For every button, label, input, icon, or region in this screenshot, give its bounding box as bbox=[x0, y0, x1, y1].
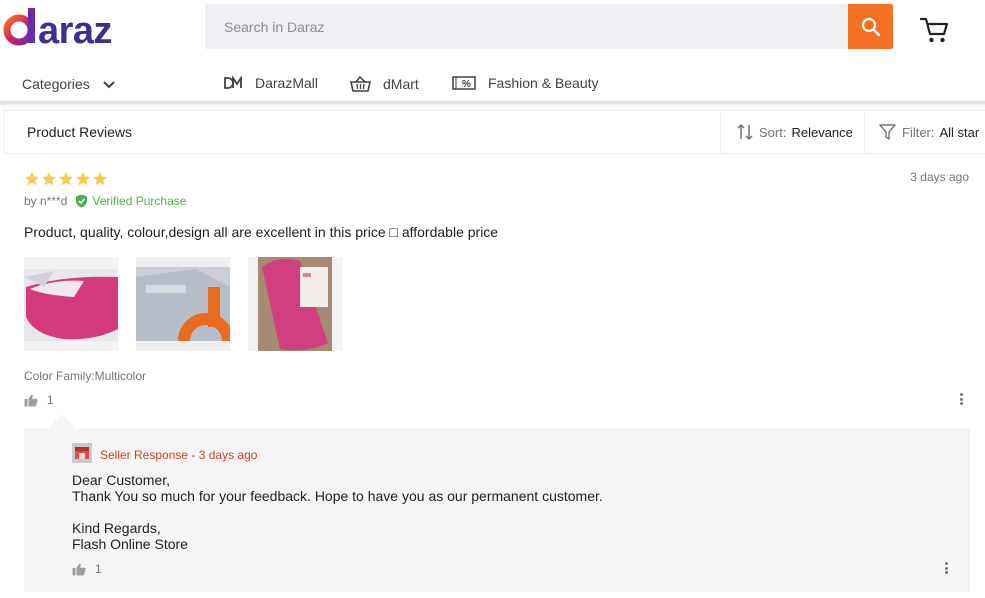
header-divider bbox=[0, 101, 985, 107]
star-icon bbox=[59, 172, 73, 186]
store-icon bbox=[72, 443, 92, 463]
response-line: Thank You so much for your feedback. Hop… bbox=[72, 488, 603, 504]
star-icon bbox=[42, 172, 56, 186]
nav-link-label: DarazMall bbox=[255, 75, 319, 91]
search-input[interactable] bbox=[205, 4, 849, 49]
reviews-title: Product Reviews bbox=[27, 124, 133, 140]
response-gap bbox=[72, 504, 603, 520]
sort-value: Relevance bbox=[791, 124, 853, 140]
categories-menu[interactable]: Categories bbox=[22, 76, 116, 92]
review-photo-2[interactable] bbox=[136, 257, 230, 351]
seller-response-header: Seller Response - 3 days ago bbox=[100, 448, 258, 462]
sort-dropdown[interactable]: Sort: Relevance bbox=[720, 111, 864, 153]
nav-link-label: dMart bbox=[383, 76, 419, 92]
reviews-toolbar: Product Reviews Sort: Relevance Filter: … bbox=[3, 110, 985, 154]
review-like-row: 1 bbox=[24, 393, 54, 407]
cart-icon[interactable] bbox=[919, 15, 951, 45]
sort-icon bbox=[737, 123, 753, 141]
more-options-icon[interactable] bbox=[955, 391, 967, 407]
daraz-logo[interactable]: araz bbox=[2, 2, 142, 48]
thumbs-up-icon[interactable] bbox=[24, 394, 38, 407]
search-button[interactable] bbox=[848, 4, 893, 49]
seller-response-body: Dear Customer, Thank You so much for you… bbox=[72, 472, 603, 552]
basket-icon bbox=[350, 75, 371, 93]
seller-response: Seller Response - 3 days ago Dear Custom… bbox=[24, 428, 970, 592]
star-icon bbox=[93, 172, 107, 186]
response-line: Dear Customer, bbox=[72, 472, 171, 488]
nav-link-fashion-beauty[interactable]: % Fashion & Beauty bbox=[452, 75, 599, 91]
search-icon bbox=[861, 17, 880, 36]
star-rating bbox=[24, 171, 109, 187]
review-date: 3 days ago bbox=[910, 170, 969, 184]
search-box bbox=[205, 4, 849, 49]
categories-label: Categories bbox=[22, 76, 90, 92]
verified-label: Verified Purchase bbox=[92, 194, 187, 208]
site-header: araz Categories DarazMall bbox=[0, 0, 985, 107]
verified-badge: Verified Purchase bbox=[75, 194, 186, 208]
sku-info: Color Family:Multicolor bbox=[24, 369, 147, 383]
review-text: Product, quality, colour,design all are … bbox=[24, 224, 499, 240]
nav-bar: Categories DarazMall dMart % Fashion & B… bbox=[0, 62, 985, 104]
like-count: 1 bbox=[47, 393, 54, 407]
filter-icon bbox=[879, 124, 896, 140]
review-photo-3[interactable] bbox=[248, 257, 342, 351]
filter-value: All star bbox=[939, 124, 980, 140]
sort-label: Sort: bbox=[759, 124, 787, 140]
more-options-icon[interactable] bbox=[940, 560, 952, 576]
review-author-row: by n***d Verified Purchase bbox=[24, 194, 186, 208]
filter-label: Filter: bbox=[902, 124, 935, 140]
response-like-row: 1 bbox=[72, 562, 102, 576]
svg-text:%: % bbox=[462, 79, 471, 90]
review-photo-1[interactable] bbox=[24, 257, 118, 351]
star-icon bbox=[76, 172, 90, 186]
svg-text:araz: araz bbox=[38, 10, 112, 48]
chevron-down-icon bbox=[102, 80, 115, 88]
like-count: 1 bbox=[95, 562, 102, 576]
thumbs-up-icon[interactable] bbox=[72, 563, 86, 576]
filter-dropdown[interactable]: Filter: All star bbox=[864, 111, 985, 153]
darazmall-icon bbox=[224, 76, 243, 90]
nav-link-label: Fashion & Beauty bbox=[488, 75, 599, 91]
verified-shield-icon bbox=[76, 194, 88, 208]
percent-tag-icon: % bbox=[452, 76, 476, 90]
nav-link-darazmall[interactable]: DarazMall bbox=[224, 75, 318, 91]
nav-link-dmart[interactable]: dMart bbox=[350, 75, 419, 93]
response-line: Flash Online Store bbox=[72, 536, 188, 552]
review-author: by n***d bbox=[24, 194, 68, 208]
response-line: Kind Regards, bbox=[72, 520, 161, 536]
star-icon bbox=[25, 172, 39, 186]
response-pointer bbox=[48, 414, 76, 428]
